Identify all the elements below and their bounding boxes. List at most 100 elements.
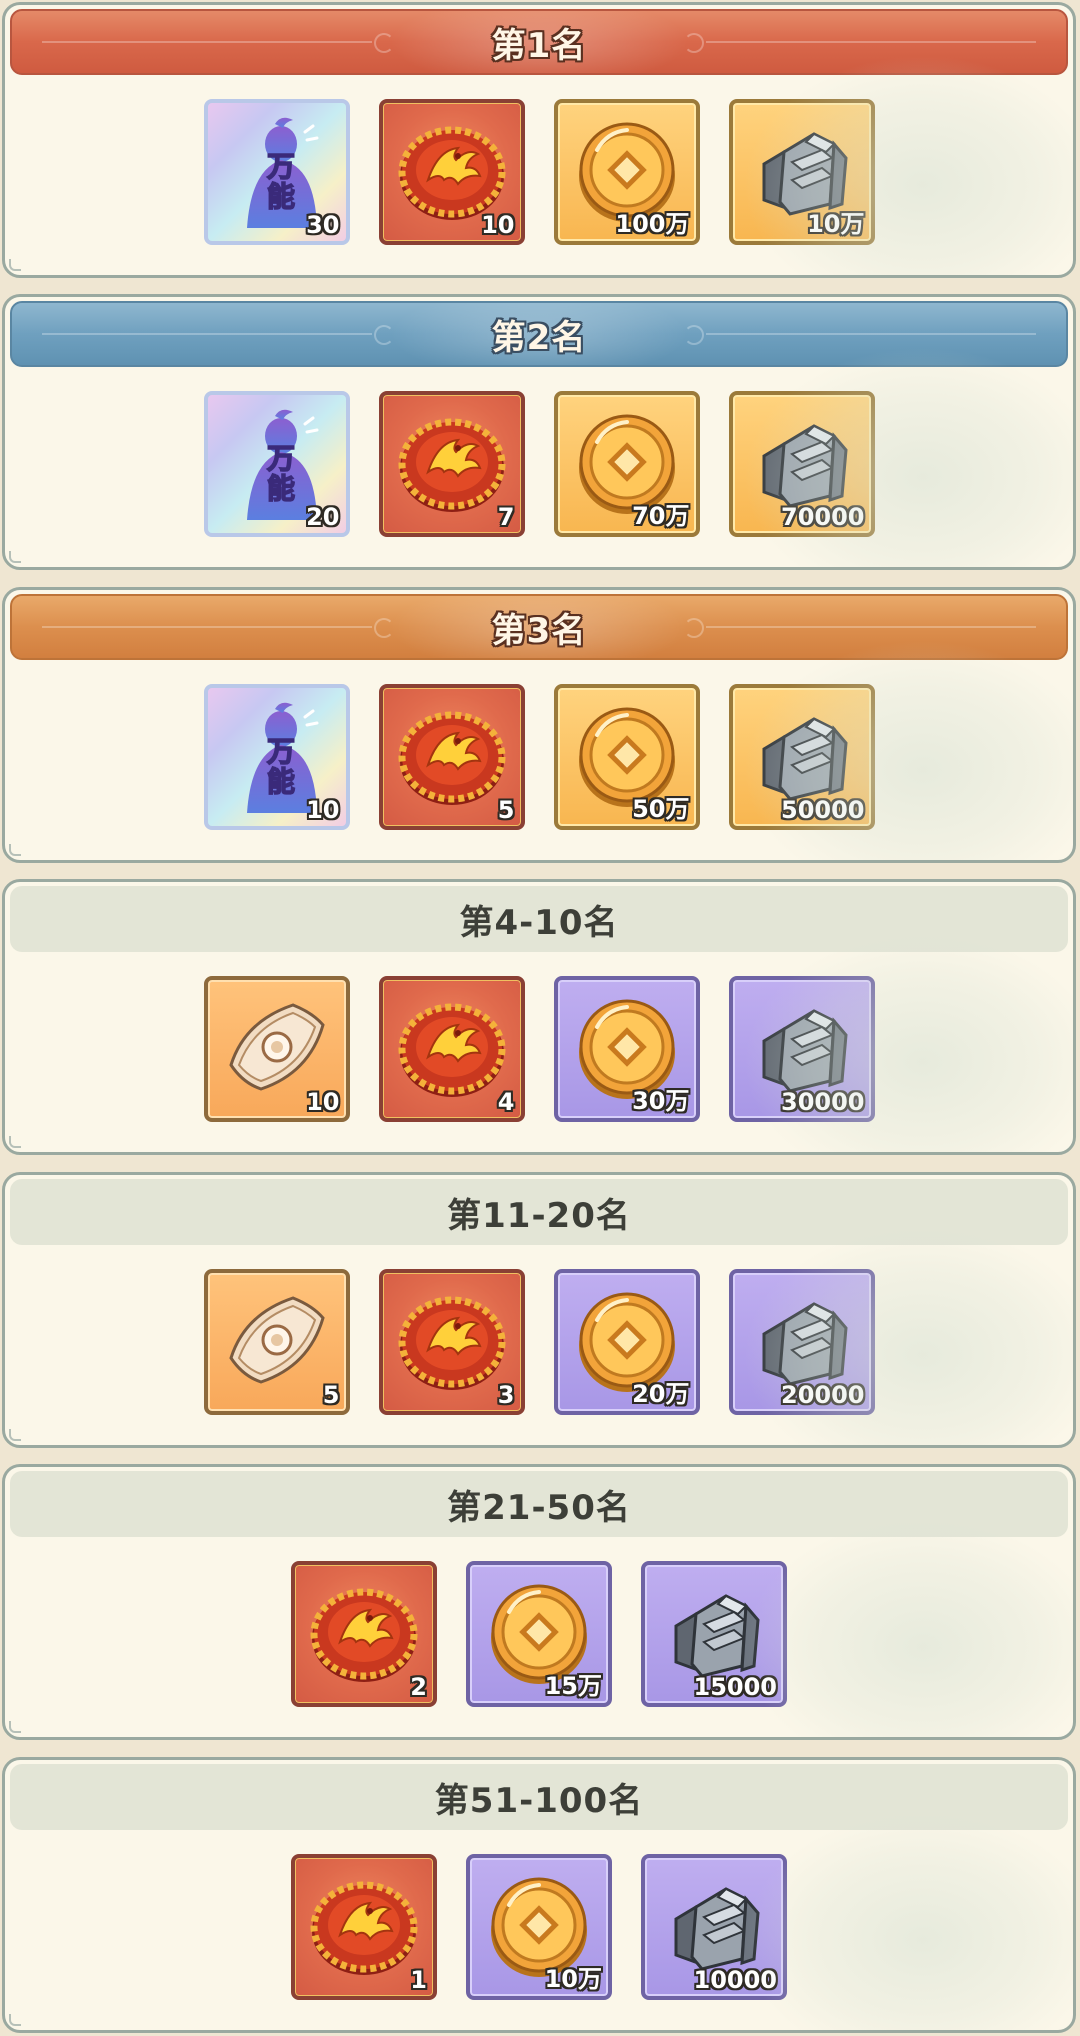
reward-item-universal-fragment[interactable]: 万能 20: [203, 391, 350, 537]
reward-item-phoenix-medal[interactable]: 10: [378, 99, 525, 245]
talisman-scroll-icon: [228, 1296, 325, 1384]
header-ornament: [42, 33, 394, 53]
tier-title: 第21-50名: [447, 1487, 631, 1528]
reward-quantity: 10万: [807, 210, 865, 238]
tier-title: 第3名: [491, 610, 587, 651]
universal-char-2: 能: [266, 180, 294, 213]
reward-tier-card: 第51-100名 1 10万 10000: [2, 1757, 1076, 2033]
reward-quantity: 70万: [632, 502, 690, 530]
reward-item-iron-ore[interactable]: 10000: [641, 1854, 787, 2000]
reward-quantity: 1: [410, 1966, 427, 1994]
reward-quantity: 3: [497, 1381, 515, 1409]
reward-item-phoenix-medal[interactable]: 3: [378, 1269, 525, 1415]
reward-items-row: 万能 10 5 50万 50000: [5, 684, 1073, 830]
reward-quantity: 50万: [632, 795, 690, 823]
reward-items-row: 1 10万 10000: [5, 1854, 1073, 2000]
tier-header: 第11-20名: [10, 1179, 1068, 1245]
universal-char-1: 万: [266, 735, 294, 768]
tier-title: 第11-20名: [447, 1195, 631, 1236]
reward-item-gold-coin[interactable]: 70万: [553, 391, 700, 537]
phoenix-medal-icon: [398, 1003, 505, 1097]
reward-item-iron-ore[interactable]: 15000: [641, 1561, 787, 1707]
reward-items-row: 5 3 20万 20000: [5, 1269, 1073, 1415]
reward-items-row: 万能 30 10 100万 10万: [5, 99, 1073, 245]
reward-quantity: 7: [497, 503, 515, 531]
reward-quantity: 10: [306, 796, 340, 824]
reward-quantity: 4: [497, 1088, 515, 1116]
reward-item-phoenix-medal[interactable]: 5: [378, 684, 525, 830]
reward-item-gold-coin[interactable]: 100万: [553, 99, 700, 245]
tier-title: 第2名: [491, 317, 587, 358]
phoenix-medal-icon: [310, 1588, 418, 1682]
reward-tier-card: 第3名万能 10 5 50万 50000: [2, 587, 1076, 863]
reward-quantity: 50000: [781, 796, 865, 824]
reward-item-iron-ore[interactable]: 10万: [728, 99, 875, 245]
reward-quantity: 5: [322, 1381, 340, 1409]
phoenix-medal-icon: [398, 711, 505, 805]
header-ornament: [706, 41, 1036, 43]
reward-item-gold-coin[interactable]: 50万: [553, 684, 700, 830]
header-ornament: [706, 626, 1036, 628]
tier-header: 第2名: [10, 301, 1068, 367]
reward-tier-card: 第1名万能 30 10 100万 10万: [2, 2, 1076, 278]
reward-quantity: 15000: [693, 1673, 778, 1701]
reward-item-iron-ore[interactable]: 70000: [728, 391, 875, 537]
reward-quantity: 15万: [544, 1672, 602, 1700]
phoenix-medal-icon: [398, 1296, 505, 1390]
reward-quantity: 10000: [693, 1966, 778, 1994]
reward-quantity: 20万: [632, 1380, 690, 1408]
reward-item-phoenix-medal[interactable]: 1: [291, 1854, 437, 2000]
universal-char-2: 能: [266, 472, 294, 505]
tier-title: 第1名: [491, 25, 587, 66]
universal-char-2: 能: [266, 765, 294, 798]
reward-items-row: 2 15万 15000: [5, 1561, 1073, 1707]
tier-title: 第51-100名: [434, 1780, 644, 1821]
reward-tier-card: 第2名万能 20 7 70万 70000: [2, 294, 1076, 570]
reward-item-universal-fragment[interactable]: 万能 10: [203, 684, 350, 830]
reward-quantity: 10万: [544, 1965, 602, 1993]
universal-char-1: 万: [266, 442, 294, 475]
tier-header: 第21-50名: [10, 1471, 1068, 1537]
reward-item-phoenix-medal[interactable]: 2: [291, 1561, 437, 1707]
reward-quantity: 20: [306, 503, 340, 531]
tier-header: 第51-100名: [10, 1764, 1068, 1830]
reward-item-gold-coin[interactable]: 20万: [553, 1269, 700, 1415]
tier-header: 第3名: [10, 594, 1068, 660]
reward-quantity: 100万: [615, 210, 690, 238]
reward-quantity: 10: [306, 1088, 340, 1116]
reward-quantity: 30万: [632, 1087, 690, 1115]
reward-item-talisman-scroll[interactable]: 5: [203, 1269, 350, 1415]
universal-char-1: 万: [266, 150, 294, 183]
header-ornament: [42, 325, 394, 345]
reward-items-row: 万能 20 7 70万 70000: [5, 391, 1073, 537]
tier-header: 第4-10名: [10, 886, 1068, 952]
reward-quantity: 20000: [781, 1381, 865, 1409]
tier-title: 第4-10名: [459, 902, 619, 943]
header-ornament: [42, 618, 394, 638]
reward-tier-card: 第4-10名 10 4 30万 30000: [2, 879, 1076, 1155]
reward-list: 第1名万能 30 10 100万 10万 第2名万能 20 7 70万 70000 第3名万能 10 5…: [0, 0, 1080, 2036]
reward-item-gold-coin[interactable]: 10万: [466, 1854, 612, 2000]
tier-header: 第1名: [10, 9, 1068, 75]
reward-item-phoenix-medal[interactable]: 7: [378, 391, 525, 537]
phoenix-medal-icon: [310, 1881, 418, 1975]
reward-quantity: 30000: [781, 1088, 865, 1116]
reward-item-iron-ore[interactable]: 30000: [728, 976, 875, 1122]
reward-quantity: 70000: [781, 503, 865, 531]
reward-quantity: 2: [410, 1673, 427, 1701]
header-ornament: [706, 333, 1036, 335]
reward-item-phoenix-medal[interactable]: 4: [378, 976, 525, 1122]
reward-items-row: 10 4 30万 30000: [5, 976, 1073, 1122]
reward-quantity: 5: [497, 796, 515, 824]
reward-item-gold-coin[interactable]: 15万: [466, 1561, 612, 1707]
reward-quantity: 10: [481, 211, 515, 239]
reward-tier-card: 第21-50名 2 15万 15000: [2, 1464, 1076, 1740]
reward-quantity: 30: [306, 211, 340, 239]
reward-item-iron-ore[interactable]: 50000: [728, 684, 875, 830]
reward-tier-card: 第11-20名 5 3 20万 20000: [2, 1172, 1076, 1448]
reward-item-universal-fragment[interactable]: 万能 30: [203, 99, 350, 245]
reward-item-iron-ore[interactable]: 20000: [728, 1269, 875, 1415]
reward-item-gold-coin[interactable]: 30万: [553, 976, 700, 1122]
reward-item-talisman-scroll[interactable]: 10: [203, 976, 350, 1122]
phoenix-medal-icon: [398, 418, 505, 512]
